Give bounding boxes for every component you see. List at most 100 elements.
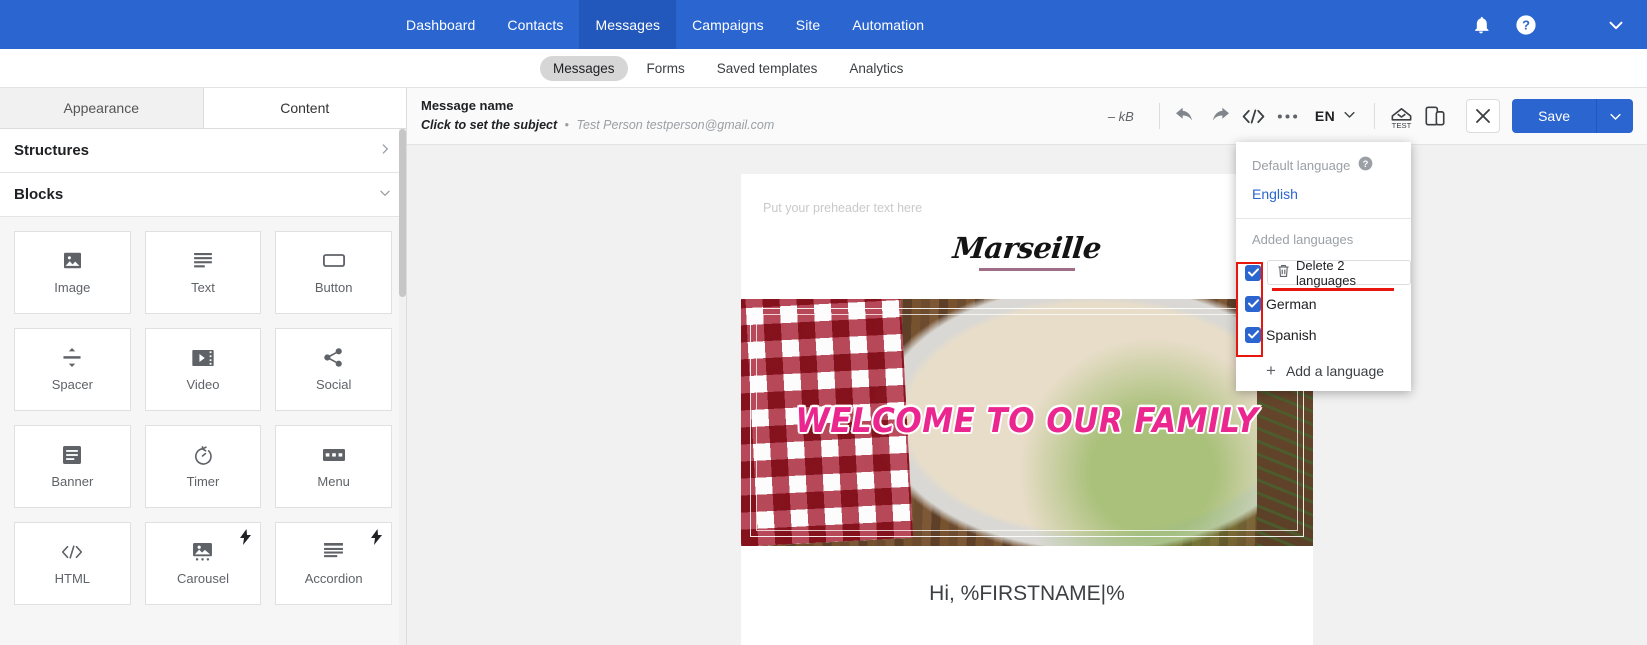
toolbar-actions: – kB EN TEST Save: [1108, 99, 1633, 133]
logo-underline: [979, 268, 1075, 271]
preheader-text[interactable]: Put your preheader text here: [741, 174, 1313, 215]
spanish-checkbox[interactable]: [1245, 326, 1261, 343]
email-logo-block[interactable]: Marseille: [741, 215, 1313, 271]
left-content-panel: Appearance Content Structures Blocks Ima…: [0, 88, 407, 645]
block-label: Accordion: [304, 570, 363, 586]
block-menu[interactable]: Menu: [275, 425, 392, 508]
nav-label: Site: [795, 16, 821, 33]
select-all-checkbox[interactable]: [1245, 264, 1261, 281]
panel-tabs: Appearance Content: [0, 88, 406, 129]
block-spacer[interactable]: Spacer: [14, 328, 131, 411]
block-social[interactable]: Social: [275, 328, 392, 411]
select-all-row: Delete 2 languages: [1236, 257, 1411, 288]
toolbar-divider-2: [1374, 103, 1376, 129]
button-rect-icon: [322, 251, 345, 271]
save-button[interactable]: Save: [1512, 99, 1596, 133]
more-horizontal-icon[interactable]: [1271, 99, 1305, 133]
topnav-right-actions: ?: [1471, 0, 1647, 49]
send-test-icon[interactable]: TEST: [1384, 99, 1418, 133]
block-carousel[interactable]: Carousel: [144, 522, 262, 605]
subject-placeholder[interactable]: Click to set the subject: [421, 118, 557, 132]
banner-icon: [63, 445, 82, 465]
hero-title-text: WELCOME TO OUR FAMILY: [795, 401, 1259, 441]
language-row-spanish[interactable]: Spanish: [1236, 319, 1411, 350]
block-html[interactable]: HTML: [14, 522, 131, 605]
block-video[interactable]: Video: [144, 328, 262, 411]
tab-content[interactable]: Content: [203, 88, 406, 128]
section-blocks-label: Blocks: [14, 186, 64, 203]
block-label: Carousel: [176, 570, 229, 586]
delete-languages-label: Delete 2 languages: [1296, 257, 1356, 288]
block-image[interactable]: Image: [14, 231, 131, 314]
redo-arrow-icon[interactable]: [1203, 99, 1237, 133]
nav-item-dashboard[interactable]: Dashboard: [390, 0, 491, 49]
language-selector-button[interactable]: EN: [1305, 99, 1365, 133]
notifications-bell-icon[interactable]: [1471, 15, 1491, 35]
block-label: HTML: [54, 570, 91, 586]
nav-label: Contacts: [507, 16, 564, 33]
message-size-label: – kB: [1107, 108, 1134, 124]
email-canvas[interactable]: Put your preheader text here Marseille W…: [407, 145, 1647, 645]
nav-item-automation[interactable]: Automation: [836, 0, 940, 49]
left-panel-scrollbar[interactable]: [399, 129, 406, 645]
section-structures[interactable]: Structures: [0, 129, 406, 173]
default-language-label-row: Default language ?: [1236, 156, 1411, 174]
undo-arrow-icon[interactable]: [1169, 99, 1203, 133]
subnav-item-forms[interactable]: Forms: [634, 56, 698, 81]
section-blocks[interactable]: Blocks: [0, 173, 406, 217]
message-meta: Message name Click to set the subject • …: [419, 98, 774, 134]
scrollbar-thumb[interactable]: [399, 129, 406, 297]
language-row-german[interactable]: German: [1236, 288, 1411, 319]
nav-item-site[interactable]: Site: [780, 0, 837, 49]
blocks-area: Image Text Button Spacer Video Social Ba…: [0, 217, 406, 645]
recipient-label: Test Person testperson@gmail.com: [576, 118, 775, 132]
nav-item-contacts[interactable]: Contacts: [491, 0, 579, 49]
chevron-down-icon: [378, 186, 392, 203]
block-button[interactable]: Button: [275, 231, 392, 314]
nav-item-messages[interactable]: Messages: [579, 0, 677, 49]
device-preview-icon[interactable]: [1418, 99, 1452, 133]
spacer-divider-icon: [63, 348, 81, 368]
block-timer[interactable]: Timer: [144, 425, 262, 508]
code-brackets-icon: [61, 542, 83, 562]
tab-appearance[interactable]: Appearance: [0, 88, 204, 128]
text-lines-icon: [194, 251, 212, 271]
block-label: Text: [191, 279, 215, 295]
topnav-left-spacer: [0, 0, 390, 49]
block-label: Button: [314, 279, 353, 295]
german-checkbox[interactable]: [1245, 295, 1261, 312]
message-name[interactable]: Message name: [421, 98, 774, 114]
account-chevron-down-icon[interactable]: [1561, 14, 1627, 36]
subnav-item-saved-templates[interactable]: Saved templates: [704, 56, 831, 81]
language-code: EN: [1314, 108, 1336, 124]
subnav-item-messages[interactable]: Messages: [540, 55, 628, 81]
nav-label: Automation: [852, 16, 925, 33]
language-english-link[interactable]: English: [1252, 186, 1298, 202]
editor-toolbar: Message name Click to set the subject • …: [407, 88, 1647, 145]
block-label: Menu: [317, 473, 350, 489]
nav-label: Dashboard: [406, 16, 476, 33]
nav-item-campaigns[interactable]: Campaigns: [676, 0, 780, 49]
email-body[interactable]: Put your preheader text here Marseille W…: [741, 174, 1313, 645]
section-structures-label: Structures: [14, 142, 90, 159]
spanish-label: Spanish: [1266, 326, 1317, 343]
greeting-text[interactable]: Hi, %FIRSTNAME|%: [741, 546, 1313, 636]
block-banner[interactable]: Banner: [14, 425, 131, 508]
subnav-item-analytics[interactable]: Analytics: [836, 56, 916, 81]
help-question-icon[interactable]: ?: [1358, 156, 1373, 174]
block-text[interactable]: Text: [144, 231, 262, 314]
svg-text:?: ?: [1363, 159, 1369, 169]
help-question-icon[interactable]: ?: [1515, 14, 1537, 36]
separator-dot: •: [564, 118, 570, 132]
delete-languages-button[interactable]: Delete 2 languages: [1267, 257, 1411, 288]
blocks-grid: Image Text Button Spacer Video Social Ba…: [14, 231, 392, 605]
add-language-button[interactable]: + Add a language: [1236, 350, 1411, 379]
app-root: Dashboard Contacts Messages Campaigns Si…: [0, 0, 1647, 645]
code-brackets-icon[interactable]: [1237, 99, 1271, 133]
block-accordion[interactable]: Accordion: [275, 522, 392, 605]
save-chevron-down-icon[interactable]: [1597, 99, 1633, 133]
close-x-icon[interactable]: [1466, 99, 1501, 133]
save-button-group: Save: [1512, 99, 1633, 133]
chevron-right-icon: [378, 142, 392, 159]
hero-image-block[interactable]: WELCOME TO OUR FAMILY: [741, 299, 1313, 546]
